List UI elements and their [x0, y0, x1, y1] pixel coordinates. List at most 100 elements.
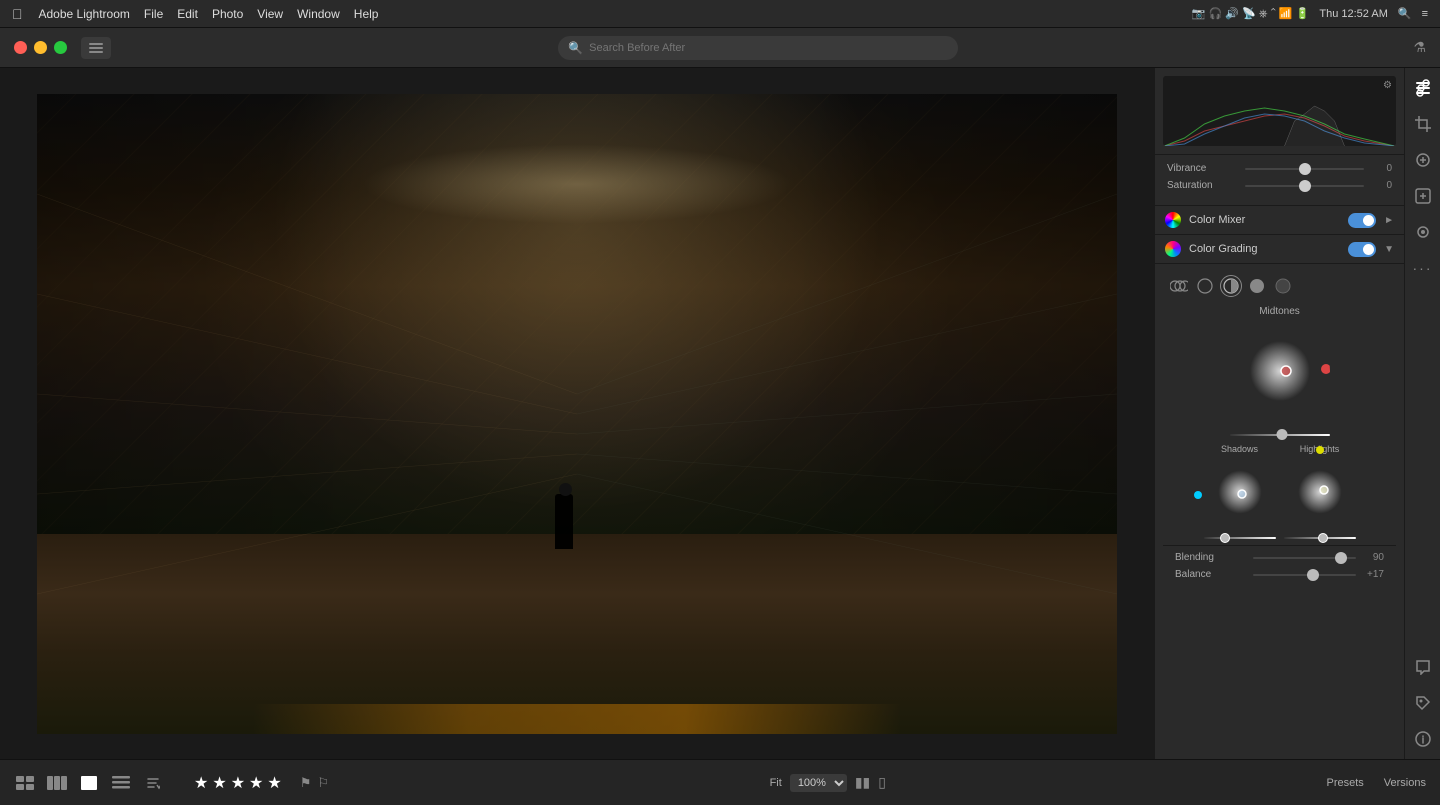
search-icon-menu[interactable]: 🔍 [1398, 7, 1412, 20]
shadows-color-wheel[interactable] [1204, 456, 1276, 528]
macos-bar-right: 📷 🎧 🔊 📡 ⎈ ⌃ 📶 🔋 Thu 12:52 AM 🔍 ≡ [1192, 7, 1428, 21]
vibrance-value: 0 [1372, 163, 1392, 174]
highlights-brightness-slider[interactable] [1284, 537, 1356, 539]
blend-section: Blending 90 Balance +17 [1163, 545, 1396, 592]
star-3[interactable]: ★ [231, 773, 245, 793]
toolbar-dots-icon[interactable]: ··· [1411, 256, 1435, 280]
color-mixer-chevron[interactable]: ► [1384, 215, 1394, 226]
midtones-brightness-slider[interactable] [1230, 434, 1330, 436]
toolbar-heal-icon[interactable] [1411, 148, 1435, 172]
flag-reject[interactable]: ⚐ [317, 775, 329, 791]
histogram-canvas: ⚙ [1163, 76, 1396, 146]
cg-all-icon[interactable] [1169, 276, 1189, 296]
midtones-brightness-thumb[interactable] [1276, 429, 1287, 440]
flag-pick[interactable]: ⚑ [300, 775, 312, 791]
vibrance-track[interactable] [1245, 168, 1364, 170]
dots-icon: ··· [1413, 260, 1433, 276]
blending-row: Blending 90 [1175, 552, 1384, 563]
toolbar-comment-icon[interactable] [1411, 655, 1435, 679]
midtones-label: Midtones [1259, 306, 1300, 317]
color-mixer-toggle-knob [1363, 215, 1374, 226]
crop-compare-icon[interactable]: ▯ [878, 774, 886, 791]
balance-label: Balance [1175, 569, 1245, 580]
list-view-icon[interactable] [110, 775, 132, 791]
flag-icons: ⚑ ⚐ [300, 775, 329, 791]
presets-tab[interactable]: Presets [1327, 773, 1364, 793]
toolbar-tag-icon[interactable] [1411, 691, 1435, 715]
toolbar-info-icon[interactable] [1411, 727, 1435, 751]
search-input[interactable] [589, 42, 948, 54]
list-icon-menu[interactable]: ≡ [1422, 8, 1428, 20]
blending-thumb[interactable] [1335, 552, 1347, 564]
color-mixer-title: Color Mixer [1189, 214, 1340, 226]
midtones-color-wheel[interactable] [1230, 321, 1330, 421]
star-2[interactable]: ★ [212, 773, 226, 793]
vibrance-thumb[interactable] [1299, 163, 1311, 175]
toolbar-crop-icon[interactable] [1411, 112, 1435, 136]
histogram-chart [1163, 76, 1396, 146]
color-grading-icon [1165, 241, 1181, 257]
sliders-section: Vibrance 0 Saturation 0 [1155, 155, 1404, 206]
shadows-label: Shadows [1221, 444, 1258, 454]
single-view-icon[interactable] [78, 775, 100, 791]
blending-value: 90 [1364, 552, 1384, 563]
shadows-brightness-slider[interactable] [1204, 537, 1276, 539]
toolbar-mask-icon[interactable] [1411, 184, 1435, 208]
right-panel: ⚙ Vibrance 0 Saturation 0 Colo [1154, 68, 1404, 759]
toolbar-adjust-icon[interactable] [1411, 76, 1435, 100]
grid-view-icon[interactable] [14, 775, 36, 791]
macos-menu-bar:  Adobe Lightroom File Edit Photo View W… [0, 0, 1440, 28]
cg-highlights-icon[interactable] [1247, 276, 1267, 296]
shadows-wheel-wrapper [1204, 456, 1276, 533]
color-grading-chevron[interactable]: ▼ [1384, 244, 1394, 255]
search-bar[interactable]: 🔍 [558, 36, 958, 60]
star-1[interactable]: ★ [194, 773, 208, 793]
cg-shadows-icon[interactable] [1195, 276, 1215, 296]
toolbar-redeye-icon[interactable] [1411, 220, 1435, 244]
zoom-select[interactable]: 100% 50% 25% Fit Fill [790, 774, 847, 792]
balance-track[interactable] [1253, 574, 1356, 576]
cg-global-icon[interactable] [1273, 276, 1293, 296]
system-icons: 📷 🎧 🔊 📡 ⎈ ⌃ 📶 🔋 [1192, 7, 1310, 21]
balance-thumb[interactable] [1307, 569, 1319, 581]
star-5[interactable]: ★ [267, 773, 281, 793]
minimize-button[interactable] [34, 41, 47, 54]
menu-item-edit[interactable]: Edit [177, 7, 198, 21]
window-toggle-button[interactable] [81, 37, 111, 59]
menu-item-help[interactable]: Help [354, 7, 379, 21]
filmstrip-view-icon[interactable] [46, 775, 68, 791]
histogram-settings-icon[interactable]: ⚙ [1383, 80, 1392, 91]
color-mixer-icon [1165, 212, 1181, 228]
photo-canvas [37, 94, 1117, 734]
menu-item-app[interactable]: Adobe Lightroom [39, 7, 130, 21]
menu-item-view[interactable]: View [257, 7, 283, 21]
saturation-value: 0 [1372, 180, 1392, 191]
filter-icon[interactable]: ⚗ [1413, 39, 1426, 56]
star-4[interactable]: ★ [249, 773, 263, 793]
color-grading-header: Color Grading ▼ [1155, 235, 1404, 264]
macos-bar-left:  Adobe Lightroom File Edit Photo View W… [12, 6, 378, 22]
color-grading-toggle[interactable] [1348, 242, 1376, 257]
midtones-wheel-wrapper [1230, 321, 1330, 426]
menu-item-window[interactable]: Window [297, 7, 340, 21]
cg-midtones-icon[interactable] [1221, 276, 1241, 296]
bottom-center: Fit 100% 50% 25% Fit Fill ▮▮ ▯ [770, 774, 886, 792]
shadows-brightness-thumb[interactable] [1220, 533, 1230, 543]
saturation-row: Saturation 0 [1167, 180, 1392, 191]
color-grading-title: Color Grading [1189, 243, 1340, 255]
highlights-wheel-wrapper [1284, 456, 1356, 533]
menu-item-photo[interactable]: Photo [212, 7, 243, 21]
menu-item-file[interactable]: File [144, 7, 163, 21]
saturation-thumb[interactable] [1299, 180, 1311, 192]
shadows-wheel-container: Shadows [1204, 444, 1276, 539]
compare-icon[interactable]: ▮▮ [855, 774, 870, 791]
saturation-track[interactable] [1245, 185, 1364, 187]
sort-icon[interactable] [142, 775, 164, 791]
versions-tab[interactable]: Versions [1384, 773, 1426, 793]
color-mixer-toggle[interactable] [1348, 213, 1376, 228]
highlights-color-wheel[interactable] [1284, 456, 1356, 528]
blending-track[interactable] [1253, 557, 1356, 559]
maximize-button[interactable] [54, 41, 67, 54]
close-button[interactable] [14, 41, 27, 54]
highlights-brightness-thumb[interactable] [1318, 533, 1328, 543]
